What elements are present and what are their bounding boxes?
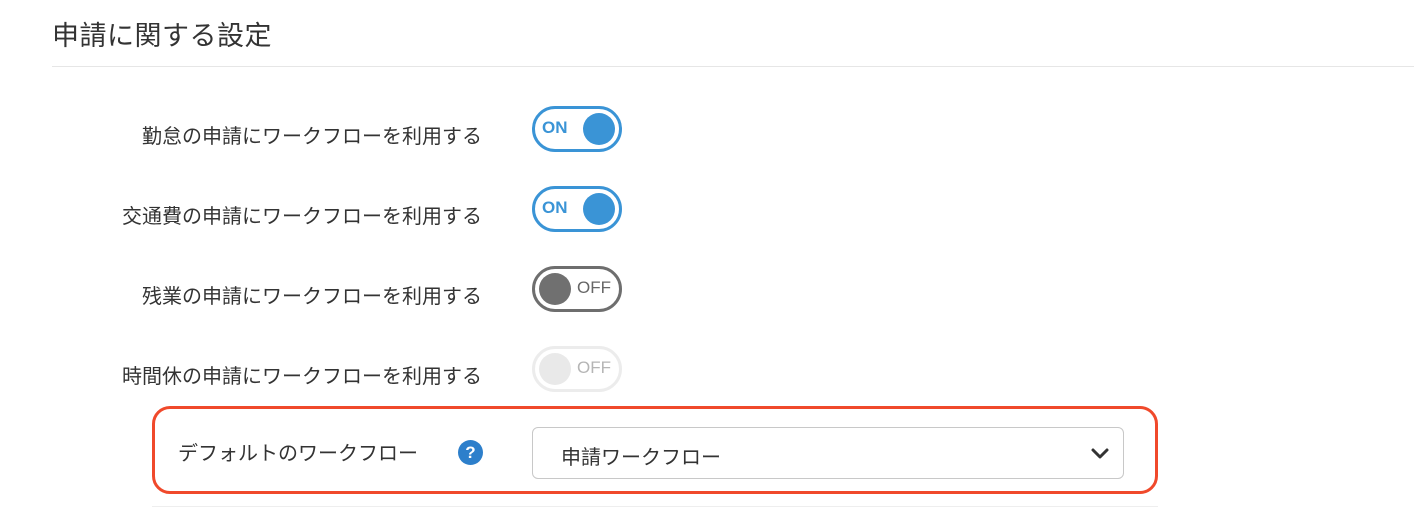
toggle-state-text: ON [542, 198, 568, 217]
toggle-state-text: OFF [577, 358, 611, 377]
section-divider [152, 506, 1158, 507]
setting-label-overtime: 残業の申請にワークフローを利用する [142, 284, 482, 308]
chevron-down-icon [1091, 448, 1109, 459]
page-title: 申請に関する設定 [52, 21, 272, 52]
toggle-knob [539, 353, 571, 385]
toggle-transportation-workflow[interactable]: ON [532, 186, 622, 232]
setting-label-transportation: 交通費の申請にワークフローを利用する [122, 204, 482, 228]
default-workflow-select[interactable]: 申請ワークフロー [532, 427, 1124, 479]
toggle-hourly-leave-workflow: OFF [532, 346, 622, 392]
toggle-knob [583, 193, 615, 225]
question-circle-icon[interactable]: ? [458, 440, 483, 465]
toggle-state-text: OFF [577, 278, 611, 297]
toggle-overtime-workflow[interactable]: OFF [532, 266, 622, 312]
toggle-knob [583, 113, 615, 145]
toggle-knob [539, 273, 571, 305]
default-workflow-label: デフォルトのワークフロー [178, 441, 418, 465]
title-divider [52, 66, 1414, 67]
toggle-attendance-workflow[interactable]: ON [532, 106, 622, 152]
setting-label-attendance: 勤怠の申請にワークフローを利用する [142, 124, 482, 148]
setting-label-hourly-leave: 時間休の申請にワークフローを利用する [122, 364, 482, 388]
toggle-state-text: ON [542, 118, 568, 137]
select-value: 申請ワークフロー [561, 445, 721, 469]
